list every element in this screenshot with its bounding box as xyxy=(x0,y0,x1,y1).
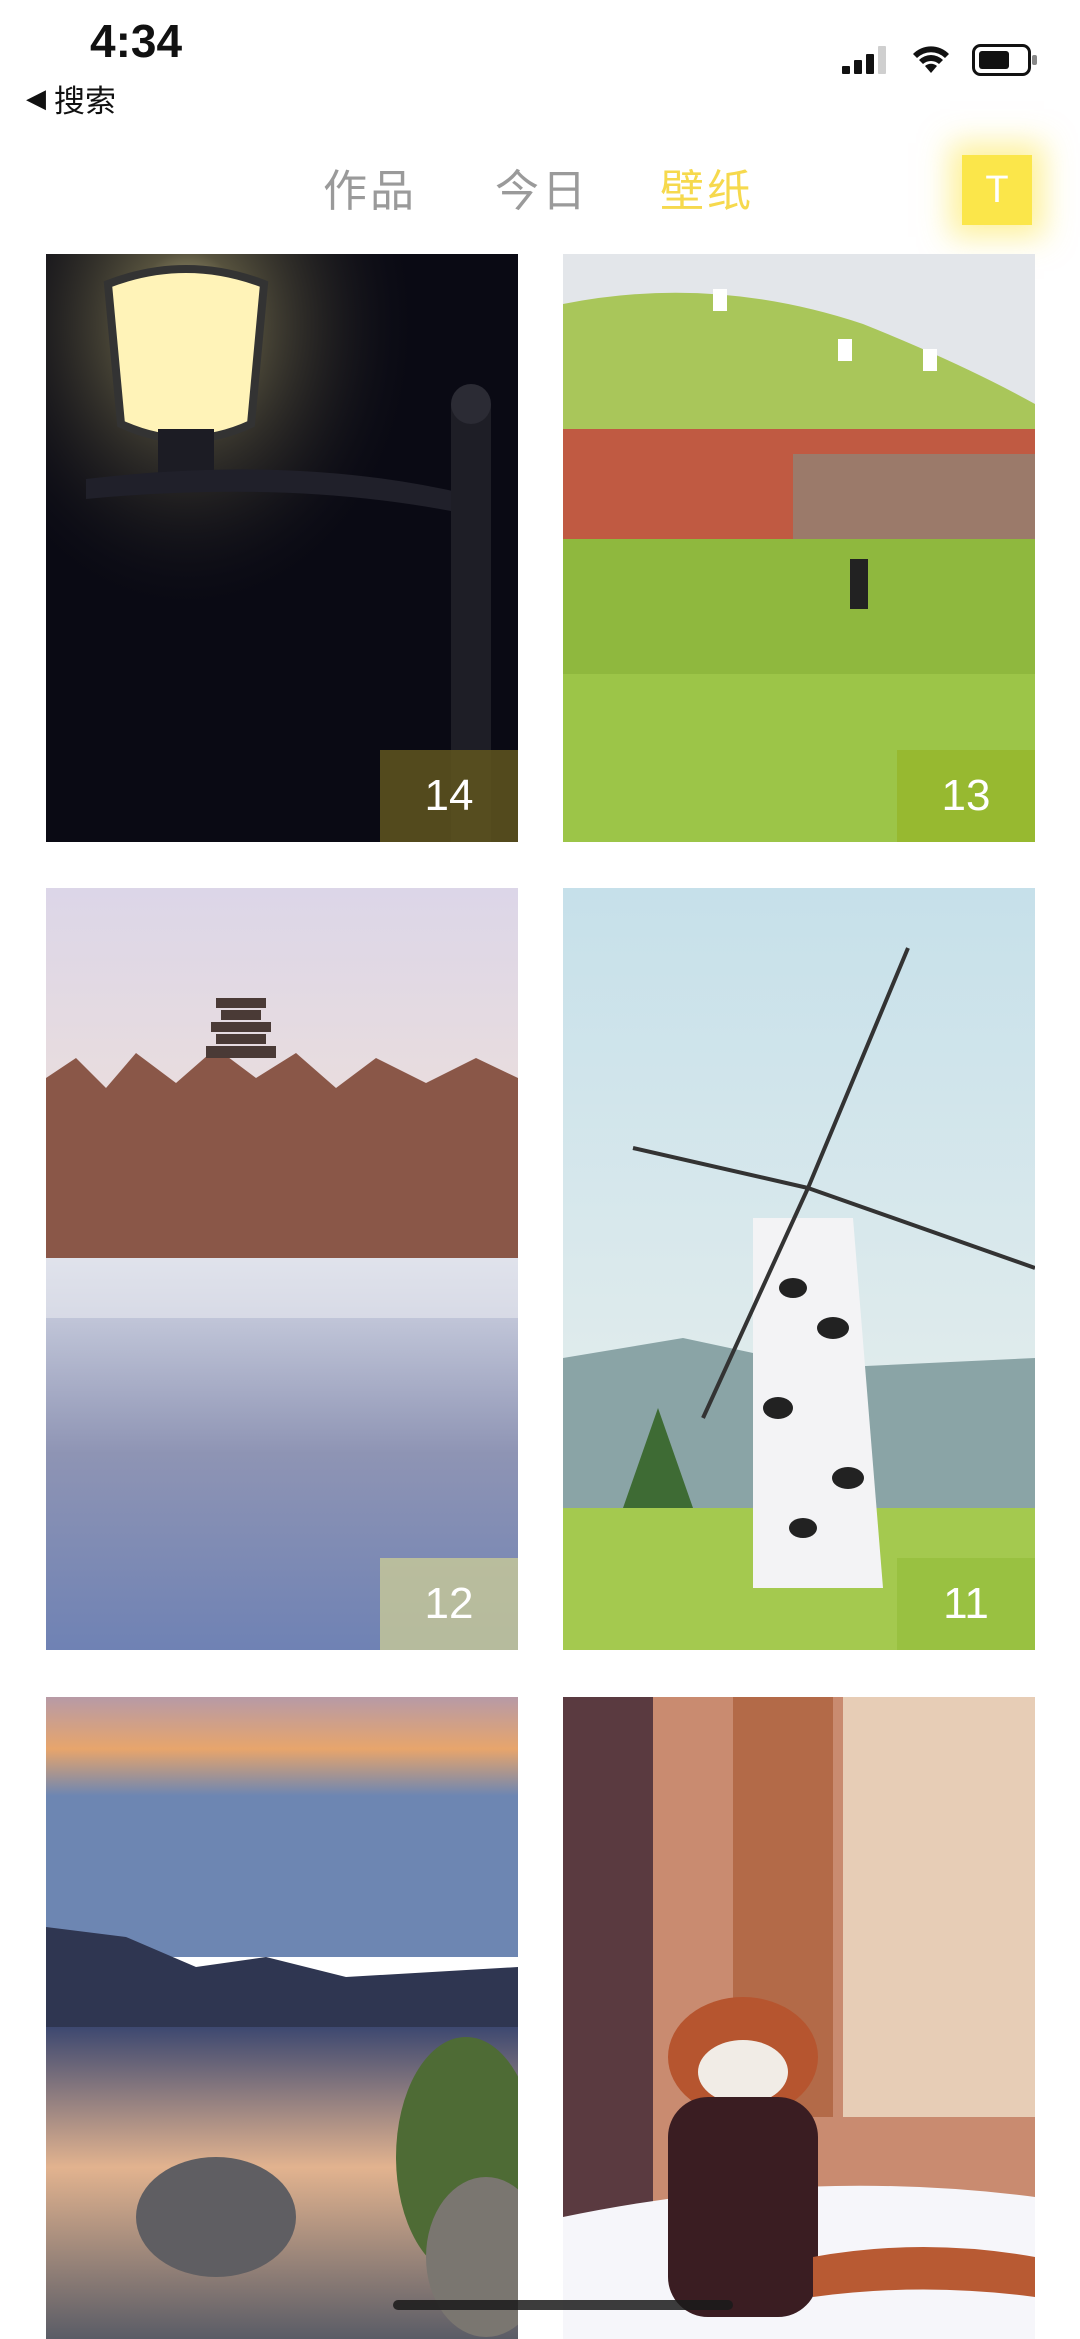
windmill-image xyxy=(563,888,1035,1650)
back-arrow-icon: ◀ xyxy=(26,83,46,114)
wallpaper-card-mountain-lake[interactable] xyxy=(46,1697,518,2339)
wallpaper-card-pagoda-lake[interactable]: 12 xyxy=(46,888,518,1650)
wallpaper-count-badge: 13 xyxy=(897,750,1035,842)
tab-wallpaper[interactable]: 壁纸 xyxy=(660,155,754,219)
red-panda-image xyxy=(563,1697,1035,2339)
status-icons xyxy=(842,44,1038,76)
wallpaper-count-badge: 12 xyxy=(380,1558,518,1650)
wallpaper-screen: 4:34 ◀ 搜索 作品 今日 壁纸 T 14 13 12 11 xyxy=(0,0,1080,2339)
user-avatar-button[interactable]: T xyxy=(962,155,1032,225)
mountain-lake-image xyxy=(46,1697,518,2339)
back-to-search-button[interactable]: ◀ 搜索 xyxy=(26,76,116,121)
wallpaper-card-windmill[interactable]: 11 xyxy=(563,888,1035,1650)
wifi-icon xyxy=(913,46,949,73)
pagoda-lake-image xyxy=(46,888,518,1650)
wallpaper-count-badge: 14 xyxy=(380,750,518,842)
wallpaper-card-village-windmills[interactable]: 13 xyxy=(563,254,1035,842)
signal-icon xyxy=(842,46,886,74)
tab-today[interactable]: 今日 xyxy=(495,155,589,219)
battery-icon xyxy=(972,44,1037,76)
wallpaper-card-street-lamp[interactable]: 14 xyxy=(46,254,518,842)
tab-works[interactable]: 作品 xyxy=(323,155,417,219)
top-tabs: 作品 今日 壁纸 xyxy=(0,155,1080,225)
back-label: 搜索 xyxy=(54,84,116,120)
status-time: 4:34 xyxy=(90,15,183,67)
wallpaper-count-badge: 11 xyxy=(897,1558,1035,1650)
wallpaper-card-red-panda[interactable] xyxy=(563,1697,1035,2339)
home-indicator[interactable] xyxy=(393,2300,733,2310)
